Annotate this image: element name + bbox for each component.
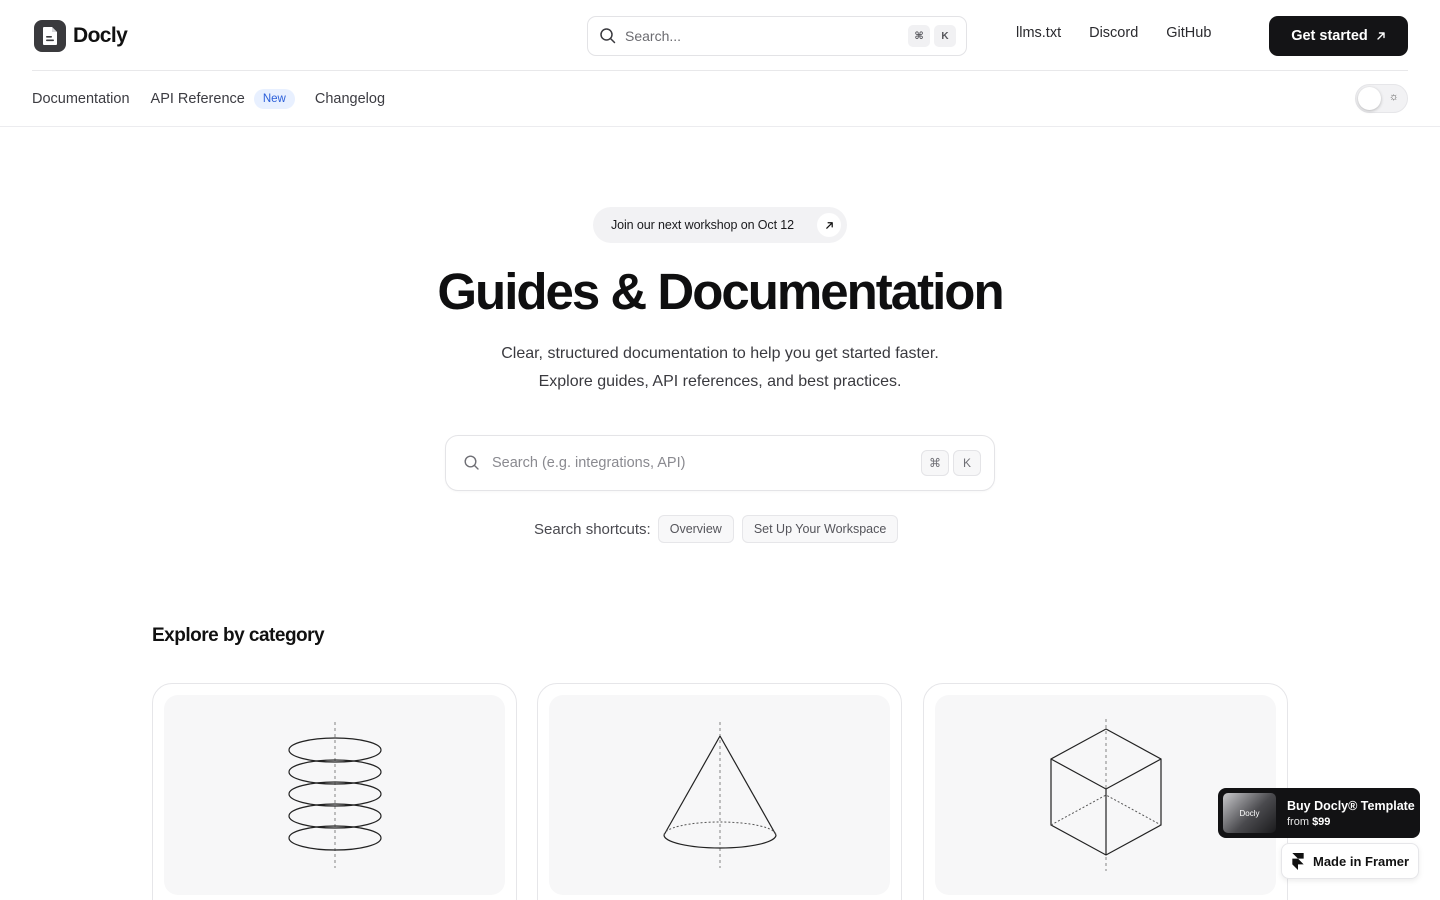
- search-icon: [464, 455, 479, 470]
- k-key: K: [934, 25, 956, 47]
- subtitle-line-1: Clear, structured documentation to help …: [501, 345, 939, 362]
- cone-icon: [662, 722, 777, 868]
- command-key-icon: ⌘: [908, 25, 930, 47]
- link-github[interactable]: GitHub: [1166, 25, 1211, 41]
- get-started-label: Get started: [1291, 28, 1368, 44]
- sub-navigation: Documentation API Reference New Changelo…: [0, 71, 1440, 127]
- cube-icon: [1049, 719, 1162, 871]
- promo-title: Buy Docly® Template: [1287, 798, 1415, 813]
- made-in-framer-badge[interactable]: Made in Framer: [1281, 843, 1419, 879]
- shortcuts-label: Search shortcuts:: [534, 520, 651, 538]
- arrow-up-right-icon: [817, 213, 841, 237]
- brand-name: Docly: [73, 24, 128, 47]
- k-key: K: [953, 450, 981, 476]
- hero-subtitle: Clear, structured documentation to help …: [0, 340, 1440, 396]
- sun-icon: ☼: [1388, 91, 1399, 103]
- framer-logo-icon: [1292, 852, 1304, 870]
- shortcut-setup-workspace[interactable]: Set Up Your Workspace: [741, 515, 899, 543]
- shortcut-overview[interactable]: Overview: [657, 515, 734, 543]
- brand-logo[interactable]: Docly: [34, 20, 128, 52]
- announcement-text: Join our next workshop on Oct 12: [611, 218, 795, 232]
- nav-documentation[interactable]: Documentation: [32, 91, 130, 107]
- search-icon: [600, 28, 616, 44]
- category-card[interactable]: [152, 683, 517, 900]
- theme-toggle[interactable]: ☼: [1355, 84, 1408, 113]
- nav-changelog[interactable]: Changelog: [315, 91, 385, 107]
- get-started-button[interactable]: Get started: [1269, 16, 1408, 56]
- price-value: $99: [1312, 815, 1331, 828]
- docs-search-input[interactable]: Search (e.g. integrations, API) ⌘ K: [445, 435, 995, 491]
- link-llms-txt[interactable]: llms.txt: [1016, 25, 1061, 41]
- subtitle-line-2: Explore guides, API references, and best…: [538, 373, 902, 390]
- category-card[interactable]: [537, 683, 902, 900]
- card-illustration: [164, 695, 505, 895]
- buy-template-button[interactable]: Docly Buy Docly® Template from $99: [1218, 788, 1420, 838]
- stacked-rings-icon: [287, 722, 382, 868]
- framer-badge-label: Made in Framer: [1313, 853, 1410, 869]
- link-discord[interactable]: Discord: [1089, 25, 1138, 41]
- template-thumbnail: Docly: [1223, 793, 1276, 833]
- price-prefix: from: [1287, 815, 1309, 828]
- header-search-placeholder: Search...: [625, 28, 682, 44]
- nav-api-reference[interactable]: API Reference: [151, 91, 245, 107]
- command-key-icon: ⌘: [921, 450, 949, 476]
- page-title: Guides & Documentation: [437, 263, 1004, 320]
- card-illustration: [549, 695, 890, 895]
- search-shortcuts: Search shortcuts: Overview Set Up Your W…: [534, 515, 906, 543]
- new-badge: New: [253, 89, 295, 109]
- header-search-input[interactable]: Search... ⌘ K: [587, 16, 967, 56]
- docs-search-placeholder: Search (e.g. integrations, API): [492, 455, 686, 471]
- top-bar: Docly Search... ⌘ K llms.txt Discord Git…: [32, 0, 1408, 71]
- promo-price: from $99: [1287, 816, 1415, 828]
- section-title: Explore by category: [152, 625, 325, 646]
- workshop-announcement[interactable]: Join our next workshop on Oct 12: [593, 207, 847, 243]
- toggle-knob: [1358, 87, 1381, 110]
- header-links: llms.txt Discord GitHub: [1016, 25, 1239, 41]
- thumbnail-label: Docly: [1239, 808, 1260, 818]
- arrow-up-right-icon: [1377, 32, 1385, 40]
- doc-logo-icon: [34, 20, 66, 52]
